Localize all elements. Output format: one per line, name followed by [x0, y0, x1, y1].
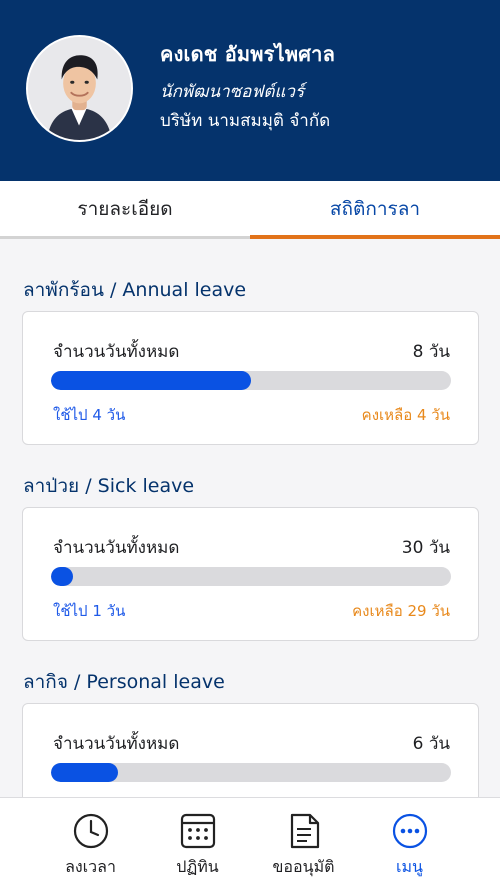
clock-icon — [72, 812, 110, 850]
total-days-label: จำนวนวันทั้งหมด — [53, 734, 180, 754]
leave-card-sick: จำนวนวันทั้งหมด 30 วัน ใช้ไป 1 วัน คงเหล… — [22, 507, 479, 641]
calendar-icon — [179, 812, 217, 850]
remaining-days: คงเหลือ 4 วัน — [361, 406, 450, 424]
tab-leave-stats[interactable]: สถิติการลา — [250, 181, 500, 239]
usage-progress-fill — [51, 371, 251, 390]
section-title-annual-leave: ลาพักร้อน / Annual leave — [23, 279, 247, 301]
used-days: ใช้ไป 1 วัน — [53, 602, 126, 620]
leave-stats-list[interactable]: ลาพักร้อน / Annual leave จำนวนวันทั้งหมด… — [0, 239, 500, 797]
tab-details[interactable]: รายละเอียด — [0, 181, 250, 239]
total-days-label: จำนวนวันทั้งหมด — [53, 538, 180, 558]
total-days-value: 8 วัน — [412, 342, 450, 362]
section-title-sick-leave: ลาป่วย / Sick leave — [23, 475, 195, 497]
more-menu-icon — [391, 812, 429, 850]
document-icon — [285, 812, 323, 850]
usage-progress-fill — [51, 567, 73, 586]
total-days-value: 6 วัน — [412, 734, 450, 754]
section-title-personal-leave: ลากิจ / Personal leave — [23, 671, 225, 693]
usage-progress-bar — [51, 763, 451, 782]
profile-header: คงเดช อัมพรไพศาล นักพัฒนาซอฟต์แวร์ บริษั… — [0, 0, 500, 181]
tab-bar: รายละเอียด สถิติการลา — [0, 181, 500, 239]
total-days-value: 30 วัน — [401, 538, 450, 558]
nav-item-menu[interactable]: เมนู — [347, 798, 472, 890]
used-days: ใช้ไป 4 วัน — [53, 406, 126, 424]
leave-card-annual: จำนวนวันทั้งหมด 8 วัน ใช้ไป 4 วัน คงเหลื… — [22, 311, 479, 445]
nav-label: เมนู — [396, 857, 423, 876]
profile-name: คงเดช อัมพรไพศาล — [160, 42, 336, 66]
total-days-label: จำนวนวันทั้งหมด — [53, 342, 180, 362]
usage-progress-bar — [51, 567, 451, 586]
avatar-photo — [28, 37, 131, 140]
avatar — [26, 35, 133, 142]
leave-card-personal: จำนวนวันทั้งหมด 6 วัน — [22, 703, 479, 797]
remaining-days: คงเหลือ 29 วัน — [352, 602, 450, 620]
profile-company: บริษัท นามสมมุติ จำกัด — [160, 111, 331, 131]
usage-progress-bar — [51, 371, 451, 390]
profile-role: นักพัฒนาซอฟต์แวร์ — [160, 82, 305, 102]
usage-progress-fill — [51, 763, 118, 782]
bottom-navigation: ลงเวลา ปฏิทิน ขออนุมัติ เมนู — [0, 797, 500, 890]
